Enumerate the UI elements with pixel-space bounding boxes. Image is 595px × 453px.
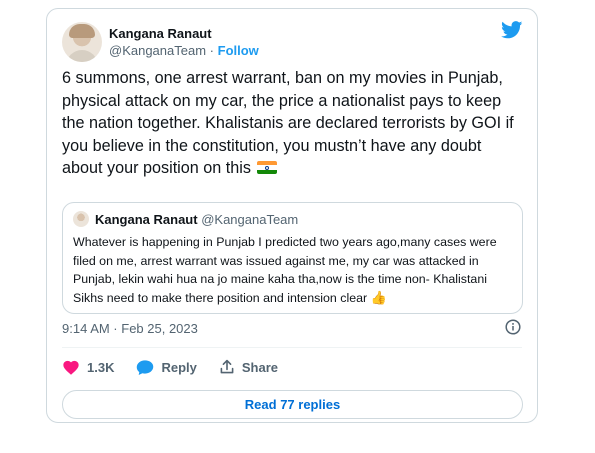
action-bar: 1.3K Reply Share <box>62 357 300 377</box>
like-button[interactable]: 1.3K <box>62 359 114 375</box>
quoted-author-name: Kangana Ranaut <box>95 212 198 227</box>
reply-bubble-icon <box>137 359 154 375</box>
twitter-bird-icon[interactable] <box>501 21 523 39</box>
read-replies-button[interactable]: Read 77 replies <box>62 390 523 419</box>
separator-dot: · <box>209 43 215 58</box>
info-icon[interactable] <box>505 319 521 335</box>
follow-button[interactable]: Follow <box>218 43 259 58</box>
tweet-card: Kangana Ranaut @KanganaTeam · Follow 6 s… <box>46 8 538 423</box>
quoted-text: Whatever is happening in Punjab I predic… <box>73 233 513 307</box>
share-label: Share <box>241 359 279 375</box>
quoted-author-avatar <box>73 211 89 227</box>
quoted-tweet[interactable]: Kangana Ranaut @KanganaTeam Whatever is … <box>62 202 523 314</box>
author-handle-row: @KanganaTeam · Follow <box>109 43 259 58</box>
reply-button[interactable]: Reply <box>136 359 197 376</box>
quoted-body: Whatever is happening in Punjab I predic… <box>73 235 497 305</box>
reply-label: Reply <box>161 359 197 375</box>
quoted-header: Kangana Ranaut @KanganaTeam <box>95 212 298 227</box>
tweet-text: 6 summons, one arrest warrant, ban on my… <box>62 67 524 180</box>
thumbs-up-icon: 👍 <box>370 289 387 305</box>
share-button[interactable]: Share <box>219 359 278 375</box>
tweet-body: 6 summons, one arrest warrant, ban on my… <box>62 69 514 177</box>
divider <box>62 347 522 348</box>
like-count: 1.3K <box>87 359 115 375</box>
author-avatar[interactable] <box>62 22 102 62</box>
author-name[interactable]: Kangana Ranaut <box>109 26 212 41</box>
tweet-timestamp[interactable]: 9:14 AM · Feb 25, 2023 <box>62 321 198 336</box>
author-handle[interactable]: @KanganaTeam <box>109 43 206 58</box>
share-icon <box>220 359 234 374</box>
india-flag-icon <box>257 161 278 174</box>
heart-icon <box>63 360 79 375</box>
quoted-author-handle: @KanganaTeam <box>201 212 299 227</box>
